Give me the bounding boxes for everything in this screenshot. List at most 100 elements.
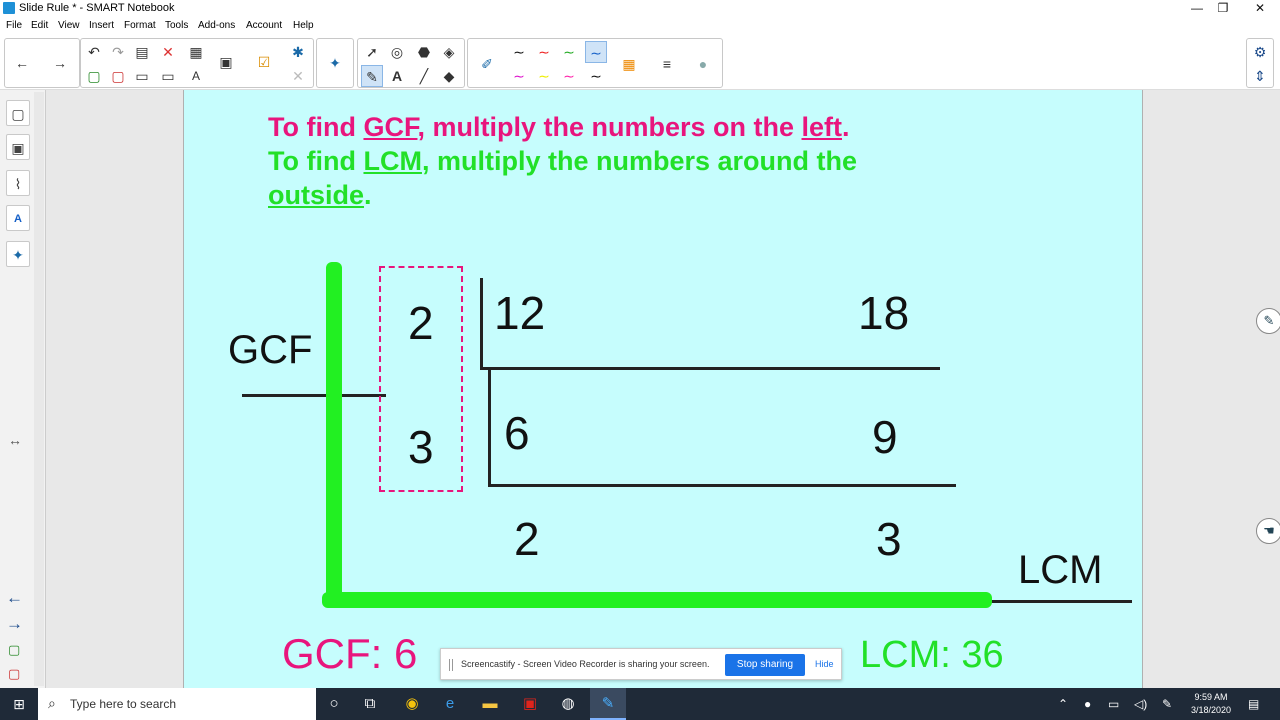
page-sorter-icon[interactable]: ▢ <box>6 100 30 126</box>
lcm-instruction-end: . <box>364 180 372 210</box>
slide-canvas[interactable]: To find GCF, multiply the numbers on the… <box>183 90 1143 688</box>
menu-add-ons[interactable]: Add-ons <box>198 20 235 31</box>
sidebar-scrollbar[interactable] <box>34 92 44 686</box>
show-hidden-icons-icon[interactable]: ⌃ <box>1058 688 1068 720</box>
eraser-icon[interactable]: ◆ <box>438 65 460 87</box>
text-tool-icon[interactable]: A <box>386 65 408 87</box>
media-app-icon[interactable]: ◍ <box>550 688 586 720</box>
smart-notebook-app-icon <box>3 2 15 14</box>
menu-edit[interactable]: Edit <box>31 20 48 31</box>
close-button[interactable]: ✕ <box>1243 0 1277 18</box>
pen-icon[interactable]: ✐ <box>476 53 498 75</box>
save-icon[interactable]: ▭ <box>131 65 153 87</box>
menu-account[interactable]: Account <box>246 20 282 31</box>
add-page-icon[interactable]: ▢ <box>83 65 105 87</box>
drawing-tools-group: ➚ ◎ ⬣ ◈ ✎ A ╱ ◆ <box>357 38 465 88</box>
fill-effects-icon[interactable]: ● <box>692 53 714 75</box>
row3-left-number: 2 <box>514 513 540 565</box>
cortana-icon[interactable]: ○ <box>316 688 352 720</box>
previous-page-arrow-icon[interactable]: ← <box>11 52 33 74</box>
delete-icon[interactable]: ✕ <box>157 41 179 63</box>
stop-sharing-button[interactable]: Stop sharing <box>725 654 805 676</box>
notifications-icon[interactable]: ▤ <box>1248 688 1259 720</box>
pen-workspace-icon[interactable]: ✎ <box>1162 688 1172 720</box>
division-bracket-2-horizontal <box>488 484 956 487</box>
pen-black-swatch[interactable]: ∼ <box>508 41 530 63</box>
menu-tools[interactable]: Tools <box>165 20 188 31</box>
gear-icon[interactable]: ⚙ <box>1249 41 1271 63</box>
drag-handle-icon[interactable] <box>449 659 453 671</box>
pen-pink-swatch[interactable]: ∼ <box>558 65 580 87</box>
delete-page-small-icon[interactable]: ▢ <box>8 666 20 682</box>
volume-icon[interactable]: ◁) <box>1134 688 1147 720</box>
task-view-icon[interactable]: ⧉ <box>352 688 388 720</box>
file-explorer-icon[interactable]: ▬ <box>472 688 508 720</box>
gallery-icon[interactable]: ▣ <box>6 134 30 160</box>
resize-panel-icon[interactable]: ↔ <box>8 432 22 448</box>
move-toolbar-icon[interactable]: ⇕ <box>1249 65 1271 87</box>
pen-magenta-swatch[interactable]: ∼ <box>508 65 530 87</box>
gcf-result: GCF: 6 <box>282 630 418 677</box>
text-format-icon[interactable]: A <box>185 65 207 87</box>
acrobat-icon[interactable]: ▣ <box>512 688 548 720</box>
restore-button[interactable]: ❐ <box>1206 0 1240 18</box>
pen-dotted-swatch[interactable]: ∼ <box>585 65 607 87</box>
delete-page-icon[interactable]: ▢ <box>107 65 129 87</box>
settings-group: ⚙ ⇕ <box>1246 38 1274 88</box>
screen-shade-icon[interactable]: ▣ <box>215 51 237 73</box>
search-placeholder: Type here to search <box>70 697 177 711</box>
add-ons-puzzle-icon[interactable]: ✱ <box>287 41 309 63</box>
screen-capture-icon[interactable]: ▭ <box>157 65 179 87</box>
gcf-instruction-end: . <box>842 112 850 142</box>
menu-insert[interactable]: Insert <box>89 20 114 31</box>
add-ons-puzzle-tab-icon[interactable]: ✦ <box>6 241 30 267</box>
add-page-small-icon[interactable]: ▢ <box>8 642 20 658</box>
select-arrow-icon[interactable]: ➚ <box>361 41 383 63</box>
lcm-instruction-continued: outside. <box>268 180 372 211</box>
gcf-instruction-middle: , multiply the numbers on the <box>417 112 802 142</box>
paste-icon[interactable]: ▤ <box>131 41 153 63</box>
menu-format[interactable]: Format <box>124 20 156 31</box>
next-page-arrow-icon[interactable]: → <box>49 52 71 74</box>
color-palette-icon[interactable]: ▦ <box>618 53 640 75</box>
response-icon[interactable]: ☑ <box>253 51 275 73</box>
hide-banner-link[interactable]: Hide <box>815 659 834 669</box>
taskbar-clock[interactable]: 9:59 AM 3/18/2020 <box>1186 691 1236 717</box>
lcm-instruction: To find LCM, multiply the numbers around… <box>268 146 857 177</box>
menu-file[interactable]: File <box>6 20 22 31</box>
network-icon[interactable]: ▭ <box>1108 688 1119 720</box>
redo-icon[interactable]: ↷ <box>107 41 129 63</box>
pen-blue-swatch[interactable]: ∼ <box>585 41 607 63</box>
pen-green-swatch[interactable]: ∼ <box>558 41 580 63</box>
lcm-term: LCM <box>363 146 422 176</box>
next-page-icon[interactable]: → <box>6 614 23 634</box>
fill-icon[interactable]: ⬣ <box>413 41 435 63</box>
menu-help[interactable]: Help <box>293 20 314 31</box>
properties-icon[interactable]: A <box>6 205 30 231</box>
hand-floating-tool-icon[interactable]: ☚ <box>1256 518 1280 544</box>
eraser-bucket-icon[interactable]: ◈ <box>438 41 460 63</box>
taskbar-search-box[interactable]: ⌕ Type here to search <box>38 688 316 720</box>
chrome-icon[interactable]: ◉ <box>394 688 430 720</box>
line-tool-icon[interactable]: ╱ <box>413 65 435 87</box>
shapes-icon[interactable]: ◎ <box>386 41 408 63</box>
undo-icon[interactable]: ↶ <box>83 41 105 63</box>
menu-view[interactable]: View <box>58 20 80 31</box>
navigation-group: ← → <box>4 38 80 88</box>
microphone-icon[interactable]: ● <box>1084 688 1091 720</box>
table-icon[interactable]: ▦ <box>185 41 207 63</box>
attachments-paperclip-icon[interactable]: ⌇ <box>6 170 30 196</box>
extensions-puzzle-icon[interactable]: ✦ <box>324 52 346 74</box>
pens-tool-icon[interactable]: ✎ <box>361 65 383 87</box>
windows-taskbar: ⊞ ⌕ Type here to search ○ ⧉ ◉ e ▬ ▣ ◍ ✎ … <box>0 688 1280 720</box>
row2-right-number: 9 <box>872 411 898 463</box>
previous-page-icon[interactable]: ← <box>6 588 23 608</box>
smart-notebook-taskbar-icon[interactable]: ✎ <box>590 688 626 720</box>
line-style-icon[interactable]: ≡ <box>656 53 678 75</box>
windows-start-icon[interactable]: ⊞ <box>0 688 38 720</box>
edge-icon[interactable]: e <box>432 688 468 720</box>
gcf-underline <box>242 394 386 397</box>
pen-red-swatch[interactable]: ∼ <box>533 41 555 63</box>
pen-floating-tool-icon[interactable]: ✎ <box>1256 308 1280 334</box>
pen-yellow-swatch[interactable]: ∼ <box>533 65 555 87</box>
